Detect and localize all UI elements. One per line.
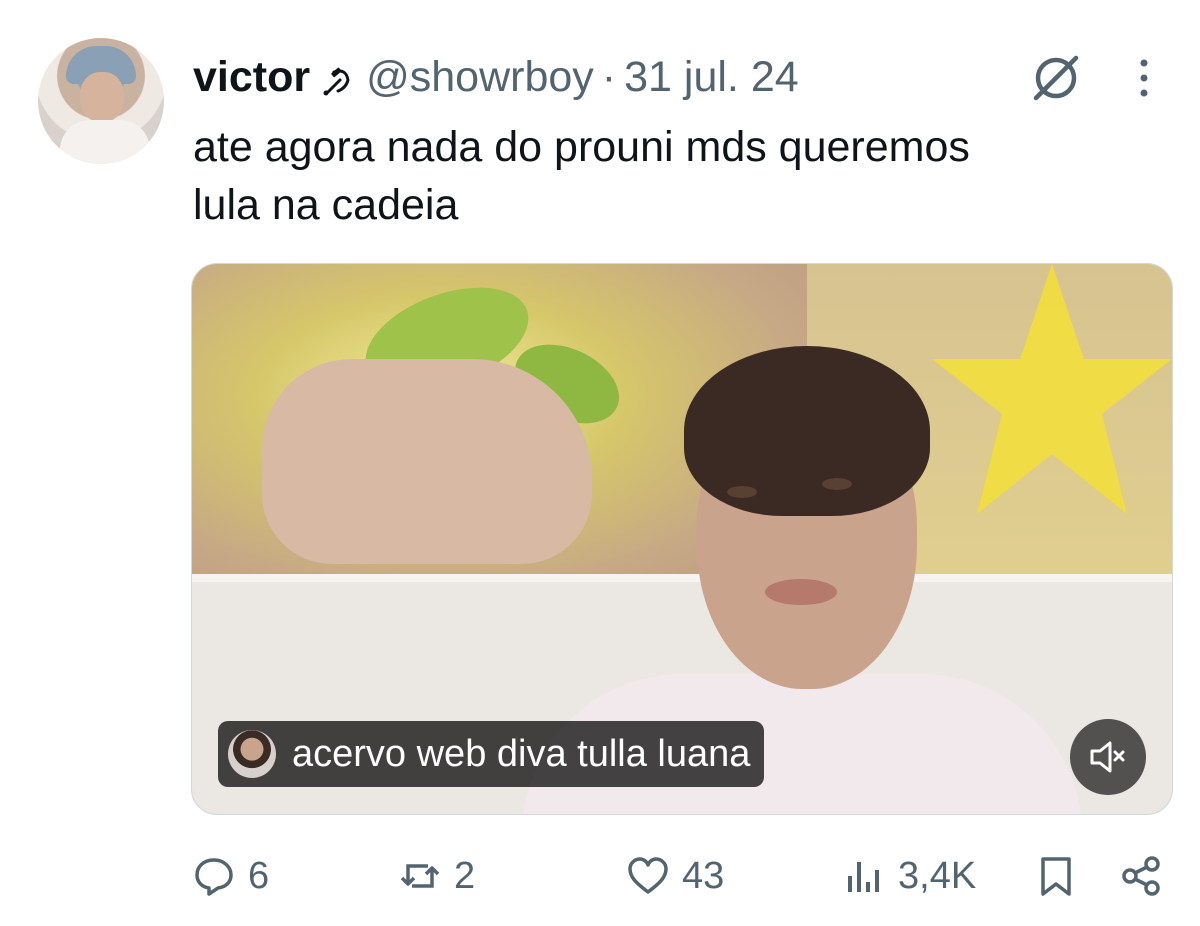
video-caption[interactable]: acervo web diva tulla luana (218, 721, 765, 787)
bookmark-button[interactable] (1034, 848, 1078, 904)
share-button[interactable] (1120, 848, 1164, 904)
grok-icon[interactable] (1030, 52, 1082, 104)
hammer-and-sickle-icon (320, 60, 354, 96)
bookmark-icon (1041, 857, 1071, 896)
author-name[interactable]: victor (193, 53, 310, 102)
mute-button[interactable] (1070, 719, 1146, 795)
share-icon (1122, 856, 1160, 896)
views-bar-chart-icon (848, 862, 879, 892)
header-separator: · (601, 52, 617, 101)
caption-avatar (228, 730, 276, 778)
video-person-mouth (765, 579, 837, 605)
views-count: 3,4K (898, 854, 977, 897)
speaker-muted-icon (1090, 741, 1125, 773)
caption-text: acervo web diva tulla luana (292, 732, 751, 775)
repost-count: 2 (454, 854, 476, 897)
like-button[interactable]: 43 (626, 848, 724, 904)
tweet-video[interactable]: acervo web diva tulla luana (191, 263, 1173, 815)
video-person-eye (822, 478, 852, 490)
like-count: 43 (682, 854, 725, 897)
reply-count: 6 (248, 854, 270, 897)
action-bar: 6 2 43 3,4K (0, 848, 1200, 904)
heart-icon (628, 857, 668, 894)
tweet-date[interactable]: 31 jul. 24 (624, 53, 799, 102)
avatar-shirt (60, 120, 150, 164)
avatar-face (80, 72, 124, 122)
author-handle[interactable]: @showrboy (366, 53, 594, 102)
video-person-eye (727, 486, 757, 498)
tweet-text: ate agora nada do prouni mds queremos lu… (193, 123, 970, 229)
author-avatar[interactable] (38, 38, 164, 164)
repost-icon (400, 864, 440, 888)
video-person-hair (684, 346, 930, 516)
more-options-icon[interactable] (1132, 54, 1156, 102)
repost-button[interactable]: 2 (398, 848, 475, 904)
reply-icon (195, 858, 233, 896)
views-button[interactable]: 3,4K (842, 848, 976, 904)
reply-button[interactable]: 6 (192, 848, 269, 904)
tweet-header: victor @showrboy · 31 jul. 24 (193, 52, 799, 102)
video-hand (262, 359, 592, 564)
